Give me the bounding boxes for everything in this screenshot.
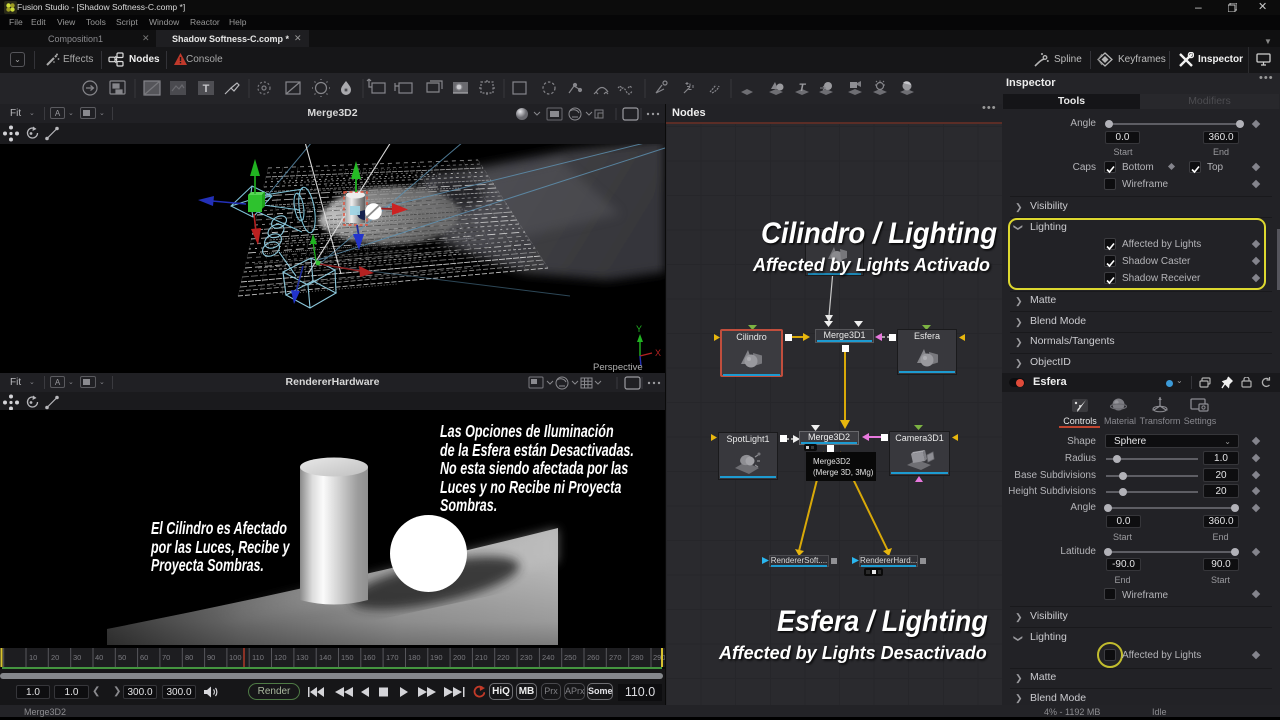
svg-text:10: 10 <box>29 653 37 662</box>
svg-text:X: X <box>655 348 661 358</box>
svg-text:260: 260 <box>587 653 600 662</box>
svg-text:230: 230 <box>520 653 533 662</box>
svg-text:130: 130 <box>296 653 309 662</box>
svg-text:40: 40 <box>95 653 103 662</box>
svg-text:200: 200 <box>453 653 466 662</box>
svg-text:Perspective: Perspective <box>593 362 643 373</box>
svg-text:220: 220 <box>497 653 510 662</box>
svg-text:30: 30 <box>73 653 81 662</box>
svg-text:170: 170 <box>386 653 399 662</box>
svg-text:T: T <box>203 83 210 95</box>
svg-text:270: 270 <box>609 653 622 662</box>
svg-text:240: 240 <box>542 653 555 662</box>
svg-text:20: 20 <box>51 653 59 662</box>
svg-text:80: 80 <box>185 653 193 662</box>
svg-text:190: 190 <box>430 653 443 662</box>
svg-text:160: 160 <box>363 653 376 662</box>
svg-text:140: 140 <box>319 653 332 662</box>
svg-text:180: 180 <box>408 653 421 662</box>
svg-text:110: 110 <box>252 653 264 662</box>
svg-text:60: 60 <box>140 653 148 662</box>
svg-text:120: 120 <box>274 653 287 662</box>
svg-text:50: 50 <box>118 653 126 662</box>
svg-text:150: 150 <box>341 653 354 662</box>
svg-text:Y: Y <box>636 324 642 334</box>
svg-text:290: 290 <box>653 653 665 662</box>
svg-text:100: 100 <box>229 653 242 662</box>
svg-text:250: 250 <box>564 653 577 662</box>
svg-text:90: 90 <box>207 653 215 662</box>
svg-text:280: 280 <box>631 653 644 662</box>
svg-text:210: 210 <box>475 653 488 662</box>
svg-text:70: 70 <box>162 653 170 662</box>
